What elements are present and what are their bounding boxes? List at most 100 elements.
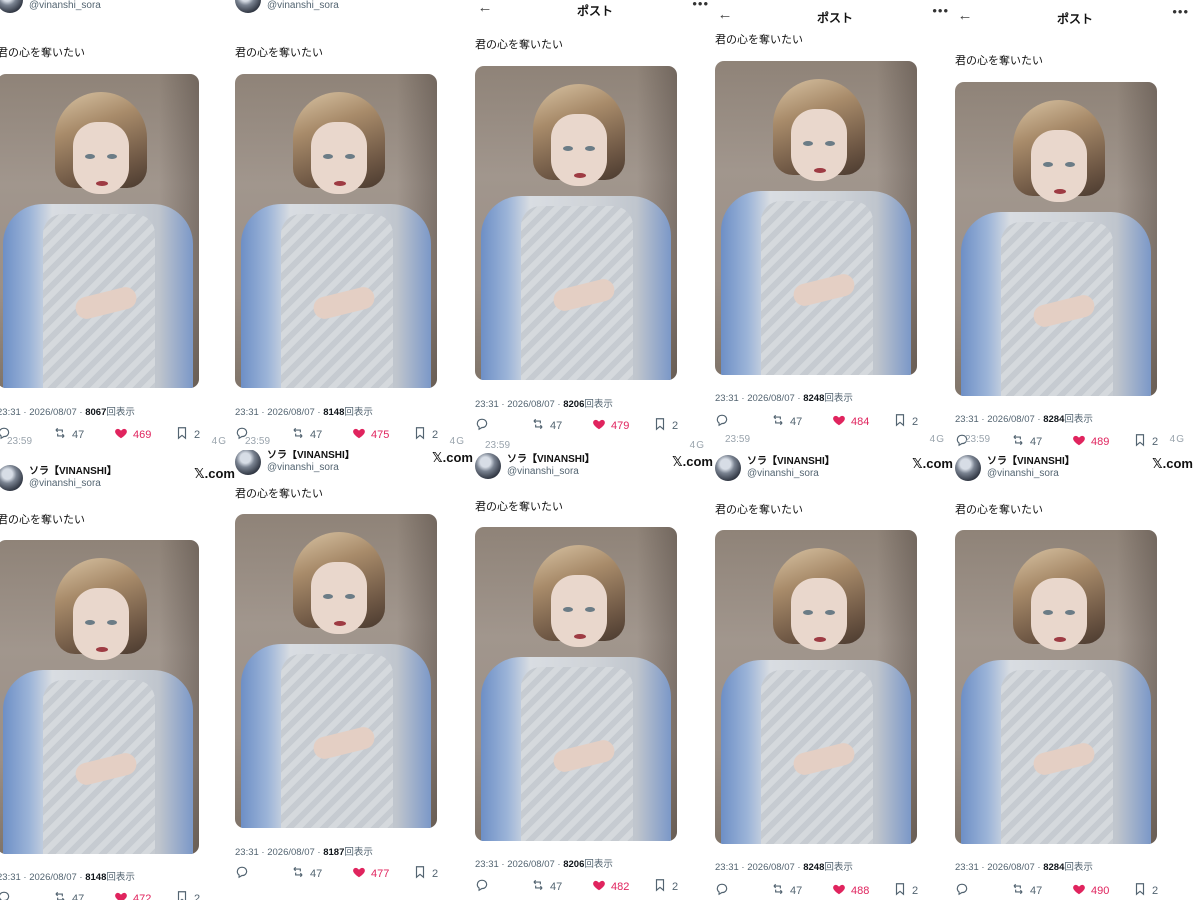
avatar[interactable] xyxy=(0,0,23,13)
like-button[interactable]: 472 xyxy=(114,890,151,900)
tweet-author[interactable]: ソラ【VINANSHI】 @vinanshi_sora xyxy=(0,0,117,16)
tweet-screenshot-panel: ← ポスト ••• 君の心を奪いたい 23:31 · 2026/08/07 · … xyxy=(475,0,715,450)
bookmark-icon xyxy=(653,878,667,895)
repost-button[interactable]: 47 xyxy=(771,413,802,430)
action-bar: 47 477 2 xyxy=(235,865,475,883)
like-count: 472 xyxy=(133,892,152,900)
author-handle: @vinanshi_sora xyxy=(29,0,101,11)
tweet-photo[interactable] xyxy=(475,527,677,841)
signal-indicator: 4G xyxy=(929,434,945,445)
bookmark-button[interactable]: 2 xyxy=(653,417,678,434)
heart-icon xyxy=(592,878,606,895)
reply-button[interactable] xyxy=(715,882,729,899)
repost-count: 47 xyxy=(310,867,323,880)
avatar[interactable] xyxy=(235,450,261,475)
tweet-photo[interactable] xyxy=(475,66,677,380)
avatar[interactable] xyxy=(0,465,23,491)
tweet-text: 君の心を奪いたい xyxy=(955,55,1043,67)
like-button[interactable]: 484 xyxy=(832,413,869,430)
tweet-photo[interactable] xyxy=(0,540,199,854)
post-meta: 23:31 · 2026/08/07 · 8248回表示 xyxy=(715,390,853,404)
repost-button[interactable]: 47 xyxy=(53,890,84,900)
tweet-author[interactable]: ソラ【VINANSHI】 @vinanshi_sora xyxy=(235,450,355,478)
reply-button[interactable] xyxy=(475,417,489,434)
tweet-photo[interactable] xyxy=(715,61,917,375)
views-suffix: 回表示 xyxy=(1064,414,1093,425)
x-brand-label: 𝕏.com xyxy=(1152,456,1193,471)
tweet-text: 君の心を奪いたい xyxy=(0,514,85,526)
tweet-photo[interactable] xyxy=(235,74,437,388)
retweet-icon xyxy=(771,882,785,899)
tweet-photo[interactable] xyxy=(715,530,917,844)
bookmark-button[interactable]: 2 xyxy=(1133,882,1158,899)
view-count: 8067 xyxy=(85,407,107,418)
avatar[interactable] xyxy=(235,0,261,13)
more-icon[interactable]: ••• xyxy=(1172,4,1189,19)
repost-button[interactable]: 47 xyxy=(1011,882,1042,899)
reply-button[interactable] xyxy=(955,882,969,899)
bookmark-button[interactable]: 2 xyxy=(653,878,678,895)
view-count: 8284 xyxy=(1043,862,1065,873)
x-brand-label: 𝕏.com xyxy=(194,466,235,481)
views-suffix: 回表示 xyxy=(584,859,613,870)
tweet-author[interactable]: ソラ【VINANSHI】 @vinanshi_sora xyxy=(715,452,835,484)
repost-button[interactable]: 47 xyxy=(771,882,802,899)
avatar[interactable] xyxy=(955,455,981,481)
avatar[interactable] xyxy=(715,455,741,481)
x-brand-label: 𝕏.com xyxy=(912,456,953,471)
reply-icon xyxy=(235,865,249,882)
like-button[interactable]: 490 xyxy=(1072,882,1109,899)
like-button[interactable]: 479 xyxy=(592,417,629,434)
views-suffix: 回表示 xyxy=(584,399,613,410)
like-count: 482 xyxy=(611,880,630,893)
reply-button[interactable] xyxy=(475,878,489,895)
author-handle: @vinanshi_sora xyxy=(987,468,1059,479)
bookmark-icon xyxy=(1133,882,1147,899)
x-brand-label: 𝕏.com xyxy=(194,0,235,4)
like-button[interactable]: 488 xyxy=(832,882,869,899)
like-button[interactable]: 477 xyxy=(352,865,389,882)
x-brand-label: 𝕏.com xyxy=(432,0,473,4)
more-icon[interactable]: ••• xyxy=(932,3,949,18)
bookmark-button[interactable]: 2 xyxy=(893,413,918,430)
more-icon[interactable]: ••• xyxy=(692,0,709,11)
post-time: 23:31 · 2026/08/07 · xyxy=(475,859,561,870)
bookmark-icon xyxy=(653,417,667,434)
repost-button[interactable]: 47 xyxy=(531,417,562,434)
tweet-text: 君の心を奪いたい xyxy=(235,47,323,59)
tweet-photo[interactable] xyxy=(0,74,199,388)
tweet-screenshot-panel: ← ポスト ••• 君の心を奪いたい 23:31 · 2026/08/07 · … xyxy=(715,0,955,450)
views-suffix: 回表示 xyxy=(824,393,853,404)
bookmark-button[interactable]: 2 xyxy=(175,890,200,900)
action-bar: 47 490 2 xyxy=(955,882,1195,900)
author-name: ソラ【VINANSHI】 xyxy=(29,466,117,477)
author-name: ソラ【VINANSHI】 xyxy=(507,454,595,465)
tweet-photo[interactable] xyxy=(235,514,437,828)
tweet-author[interactable]: ソラ【VINANSHI】 @vinanshi_sora xyxy=(235,0,355,16)
tweet-photo[interactable] xyxy=(955,82,1157,396)
signal-indicator: 4G xyxy=(449,436,465,447)
repost-button[interactable]: 47 xyxy=(531,878,562,895)
repost-button[interactable]: 47 xyxy=(291,865,322,882)
reply-button[interactable] xyxy=(235,865,249,882)
bookmark-button[interactable]: 2 xyxy=(413,865,438,882)
tweet-author[interactable]: ソラ【VINANSHI】 @vinanshi_sora xyxy=(0,462,117,494)
tweet-author[interactable]: ソラ【VINANSHI】 @vinanshi_sora xyxy=(955,452,1075,484)
bookmark-count: 2 xyxy=(672,419,679,432)
avatar[interactable] xyxy=(475,453,501,479)
signal-indicator: 4G xyxy=(211,436,227,447)
reply-button[interactable] xyxy=(0,890,11,900)
tweet-author[interactable]: ソラ【VINANSHI】 @vinanshi_sora xyxy=(475,450,595,482)
retweet-icon xyxy=(1011,882,1025,899)
tweet-photo[interactable] xyxy=(955,530,1157,844)
repost-count: 47 xyxy=(72,892,85,900)
heart-icon xyxy=(832,882,846,899)
tweet-screenshot-panel: ソラ【VINANSHI】 @vinanshi_sora 𝕏.com 君の心を奪いた… xyxy=(955,450,1195,900)
view-count: 8148 xyxy=(323,407,345,418)
page-title: ポスト xyxy=(576,4,613,18)
like-button[interactable]: 482 xyxy=(592,878,629,895)
reply-button[interactable] xyxy=(715,413,729,430)
bookmark-button[interactable]: 2 xyxy=(893,882,918,899)
author-handle: @vinanshi_sora xyxy=(267,462,339,473)
views-suffix: 回表示 xyxy=(344,847,373,858)
